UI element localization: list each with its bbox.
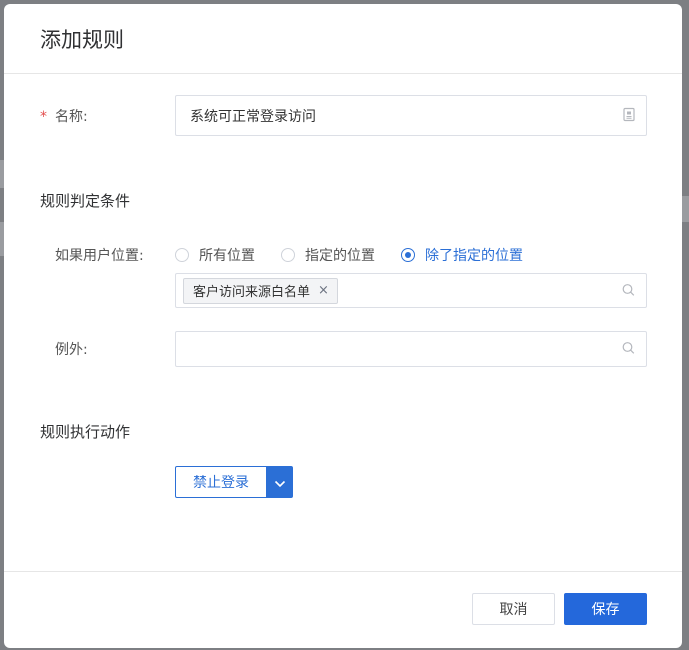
location-tag: 客户访问来源白名单 × — [183, 277, 338, 304]
search-icon — [622, 340, 635, 359]
location-radio-group: 所有位置 指定的位置 除了指定的位置 — [175, 245, 549, 265]
exception-select[interactable] — [175, 331, 647, 367]
search-icon — [622, 281, 635, 300]
radio-circle — [281, 248, 295, 262]
chevron-down-icon — [274, 473, 286, 492]
radio-label: 指定的位置 — [305, 248, 375, 264]
condition-section-title: 规则判定条件 — [40, 192, 131, 210]
exception-label: 例外: — [55, 342, 88, 358]
cancel-button[interactable]: 取消 — [472, 593, 555, 625]
action-split-button: 禁止登录 — [175, 466, 293, 498]
tag-close-icon[interactable]: × — [318, 283, 329, 298]
dialog-footer: 取消 保存 — [4, 571, 682, 648]
action-select-button[interactable]: 禁止登录 — [175, 466, 267, 498]
dialog-header: 添加规则 — [4, 4, 682, 74]
id-card-icon — [623, 106, 635, 125]
radio-specified-locations[interactable]: 指定的位置 — [281, 245, 375, 265]
radio-all-locations[interactable]: 所有位置 — [175, 245, 255, 265]
name-label: * 名称: — [40, 106, 88, 126]
location-select[interactable]: 客户访问来源白名单 × — [175, 273, 647, 308]
radio-except-specified-locations[interactable]: 除了指定的位置 — [401, 245, 523, 265]
backdrop-strip — [682, 196, 689, 222]
radio-label: 除了指定的位置 — [425, 248, 523, 264]
add-rule-dialog: 添加规则 * 名称: 系统可正常登录访问 规则判定条件 如果用户位置: 所有位置 … — [4, 4, 682, 648]
radio-circle — [175, 248, 189, 262]
radio-label: 所有位置 — [199, 248, 255, 264]
action-section-title: 规则执行动作 — [40, 423, 131, 441]
name-label-text: 名称: — [55, 109, 88, 125]
tag-label: 客户访问来源白名单 — [193, 285, 311, 300]
name-input[interactable]: 系统可正常登录访问 — [175, 95, 647, 136]
radio-circle-checked — [401, 248, 415, 262]
save-button[interactable]: 保存 — [564, 593, 647, 625]
location-label: 如果用户位置: — [55, 248, 144, 264]
name-input-value: 系统可正常登录访问 — [190, 108, 316, 125]
dialog-title: 添加规则 — [40, 27, 124, 52]
required-mark: * — [40, 109, 47, 125]
action-dropdown-toggle[interactable] — [267, 466, 293, 498]
